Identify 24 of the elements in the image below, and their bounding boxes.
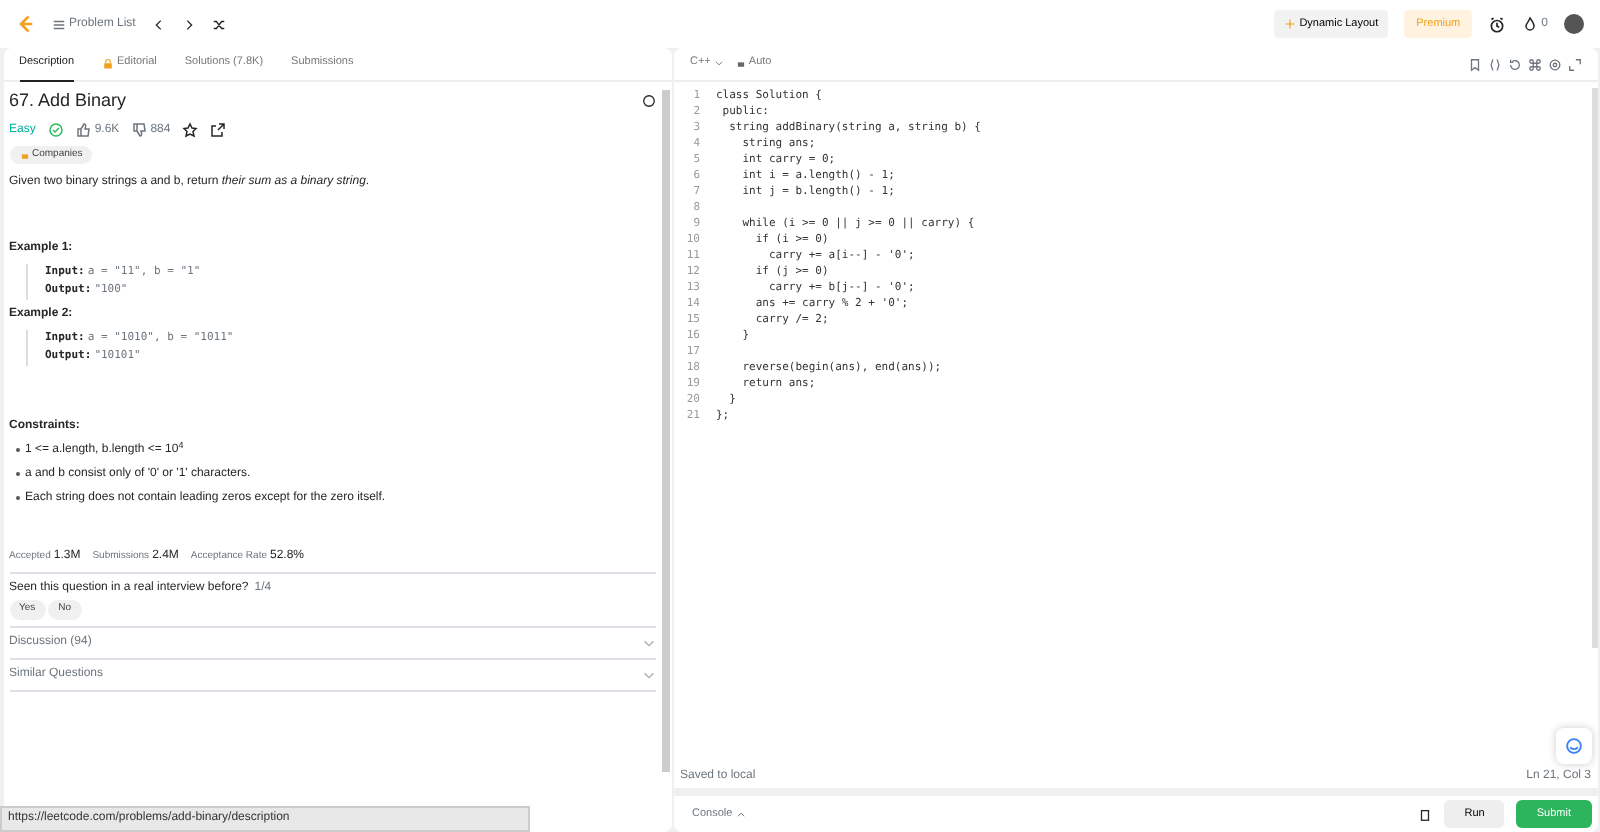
next-icon[interactable] [181, 17, 196, 31]
chevron-up-icon [735, 809, 746, 819]
reset-icon[interactable] [1507, 57, 1521, 71]
chevron-down-icon [713, 58, 724, 68]
thumbs-up-icon[interactable] [75, 122, 92, 138]
shuffle-icon[interactable] [211, 17, 226, 31]
avatar[interactable] [1564, 14, 1584, 34]
bookmark-icon[interactable] [1467, 57, 1481, 71]
list-icon [52, 17, 66, 31]
info-icon[interactable] [641, 94, 655, 109]
expand-icon[interactable] [1567, 57, 1581, 71]
previous-icon[interactable] [151, 17, 166, 31]
scrollbar[interactable] [661, 90, 669, 772]
command-icon[interactable] [1527, 57, 1541, 71]
thumbs-down-icon[interactable] [131, 122, 148, 138]
star-icon[interactable] [182, 122, 199, 138]
problem-title: 67. Add Binary [9, 88, 127, 114]
settings-icon[interactable] [1547, 57, 1561, 71]
clipboard-icon[interactable] [1418, 807, 1433, 821]
share-icon[interactable] [210, 122, 227, 138]
braces-icon[interactable] [1487, 57, 1501, 71]
chat-bubble-icon[interactable] [1555, 728, 1591, 764]
alarm-clock-icon[interactable] [1488, 15, 1507, 33]
flame-icon[interactable] [1522, 16, 1539, 32]
